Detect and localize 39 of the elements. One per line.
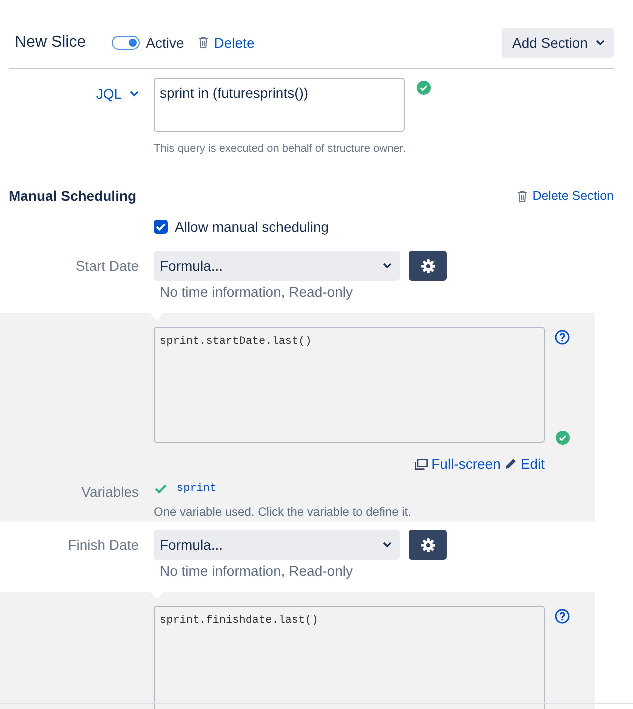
variables-label: Variables — [82, 484, 139, 500]
pencil-icon — [504, 458, 517, 470]
formula-editor[interactable]: sprint.finishdate.last() — [154, 606, 545, 709]
field-note: No time information, Read-only — [160, 563, 354, 579]
formula-select[interactable]: Formula... — [154, 530, 400, 560]
field-note: No time information, Read-only — [160, 284, 354, 300]
edit-link[interactable]: Edit — [520, 456, 545, 472]
trash-icon — [516, 190, 528, 202]
chevron-down-icon — [130, 91, 139, 97]
jql-selector[interactable]: JQL — [96, 86, 139, 102]
jql-input[interactable]: sprint in (futuresprints()) — [154, 78, 405, 132]
chevron-down-icon — [596, 40, 605, 46]
variable-link[interactable]: sprint — [177, 483, 217, 495]
settings-icon — [420, 538, 436, 552]
settings-icon — [420, 258, 436, 274]
settings-button[interactable] — [409, 251, 447, 281]
chevron-down-icon — [383, 263, 392, 269]
slice-title: New Slice — [15, 34, 86, 52]
full-screen-link[interactable]: Full-screen — [432, 456, 501, 472]
field-label: Start Date — [76, 258, 139, 274]
active-toggle[interactable] — [112, 36, 140, 50]
field-label: Finish Date — [68, 537, 139, 553]
checkbox[interactable] — [154, 220, 168, 234]
formula-select[interactable]: Formula... — [154, 251, 400, 281]
chevron-down-icon — [383, 542, 392, 548]
trash-icon — [198, 36, 210, 49]
settings-button[interactable] — [409, 530, 447, 560]
checkbox-label: Allow manual scheduling — [175, 219, 330, 235]
add-section-button[interactable]: Add Section — [502, 28, 614, 58]
jql-hint: This query is executed on behalf of structure owner. — [154, 143, 406, 155]
delete-section-link[interactable]: Delete Section — [532, 189, 614, 203]
window-icon — [414, 458, 428, 470]
help-icon — [555, 330, 570, 345]
variables-note: One variable used. Click the variable to define it. — [154, 505, 412, 519]
formula-editor[interactable]: sprint.startDate.last() — [154, 327, 545, 443]
delete-link[interactable]: Delete — [214, 34, 255, 50]
toggle-label: Active — [146, 34, 184, 50]
section-title: Manual Scheduling — [9, 188, 137, 204]
help-icon — [555, 609, 570, 624]
